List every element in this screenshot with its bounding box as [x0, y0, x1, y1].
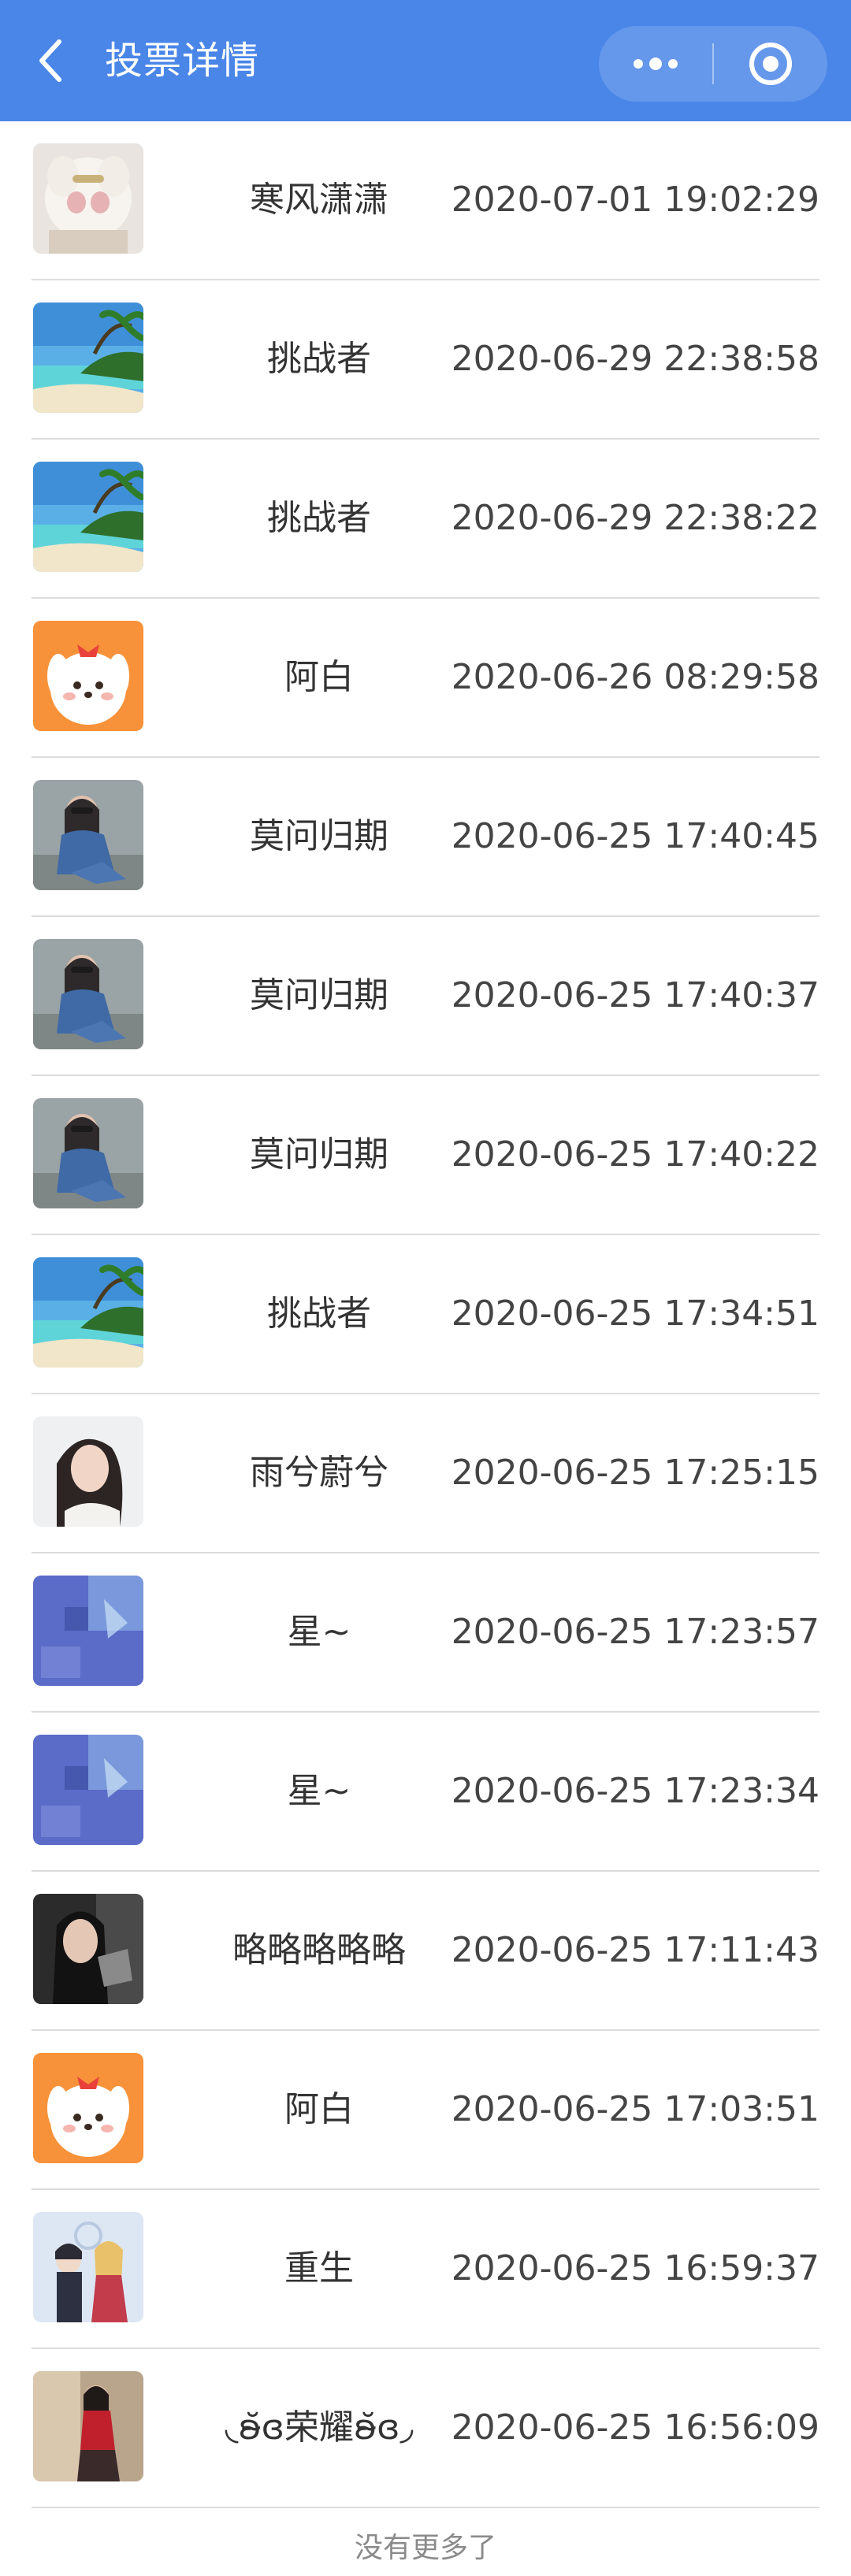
vote-row: 星~ 2020-06-25 17:23:57: [0, 1553, 851, 1713]
more-dots-icon: [634, 58, 678, 70]
vote-time: 2020-06-25 17:23:34: [451, 1771, 819, 1811]
vote-time: 2020-07-01 19:02:29: [451, 180, 819, 220]
voter-name: 莫问归期: [250, 1134, 388, 1175]
avatar: [33, 143, 143, 254]
avatar: [33, 1257, 143, 1368]
avatar: [33, 780, 143, 890]
vote-row: 莫问归期 2020-06-25 17:40:45: [0, 758, 851, 917]
voter-name: 阿白: [284, 2089, 354, 2129]
avatar: [33, 2053, 143, 2163]
vote-time: 2020-06-25 17:11:43: [451, 1930, 819, 1970]
vote-row: 莫问归期 2020-06-25 17:40:22: [0, 1076, 851, 1235]
vote-time: 2020-06-25 16:59:37: [451, 2248, 819, 2288]
vote-row: 雨兮蔚兮 2020-06-25 17:25:15: [0, 1394, 851, 1553]
voter-name: 略略略略略: [232, 1930, 406, 1970]
vote-time: 2020-06-25 17:03:51: [451, 2089, 819, 2129]
avatar: [33, 1576, 143, 1686]
page-title: 投票详情: [105, 39, 260, 83]
avatar: [33, 621, 143, 731]
voter-name: 寒风潇潇: [250, 180, 388, 220]
voter-name: 星~: [287, 1771, 351, 1811]
voter-name: ◟ʚ̴̆ɞ荣耀ʚ̴̆ɞ◞: [225, 2407, 414, 2448]
vote-row: 挑战者 2020-06-29 22:38:58: [0, 280, 851, 440]
avatar: [33, 1416, 143, 1527]
target-circle-icon: [749, 43, 792, 85]
voter-name: 雨兮蔚兮: [250, 1453, 388, 1493]
voter-name: 重生: [284, 2248, 354, 2288]
avatar: [33, 1098, 143, 1208]
vote-row: 阿白 2020-06-26 08:29:58: [0, 599, 851, 758]
vote-row: 挑战者 2020-06-29 22:38:22: [0, 440, 851, 599]
vote-time: 2020-06-25 16:56:09: [451, 2407, 819, 2448]
vote-row: 重生 2020-06-25 16:59:37: [0, 2190, 851, 2349]
back-button[interactable]: [24, 28, 79, 94]
more-button[interactable]: [599, 26, 712, 102]
vote-time: 2020-06-25 17:40:22: [451, 1134, 819, 1175]
navigation-bar: 投票详情: [0, 0, 851, 121]
voter-name: 阿白: [284, 657, 354, 697]
vote-list: 寒风潇潇 2020-07-01 19:02:29 挑战者 2020-06-29 22…: [0, 121, 851, 2508]
vote-time: 2020-06-29 22:38:22: [451, 498, 819, 538]
vote-time: 2020-06-29 22:38:58: [451, 339, 819, 379]
voter-name: 星~: [287, 1612, 351, 1652]
vote-time: 2020-06-26 08:29:58: [451, 657, 819, 697]
voter-name: 挑战者: [267, 1294, 371, 1334]
vote-row: 阿白 2020-06-25 17:03:51: [0, 2031, 851, 2190]
vote-row: 星~ 2020-06-25 17:23:34: [0, 1713, 851, 1872]
avatar: [33, 2371, 143, 2481]
avatar: [33, 1894, 143, 2004]
vote-time: 2020-06-25 17:34:51: [451, 1294, 819, 1334]
avatar: [33, 303, 143, 413]
chevron-left-icon: [39, 39, 61, 82]
mini-program-capsule: [599, 26, 827, 102]
vote-row: 略略略略略 2020-06-25 17:11:43: [0, 1872, 851, 2031]
voter-name: 莫问归期: [250, 975, 388, 1015]
close-mini-program-button[interactable]: [714, 26, 827, 102]
voter-name: 挑战者: [267, 339, 371, 379]
avatar: [33, 1735, 143, 1845]
vote-row: 寒风潇潇 2020-07-01 19:02:29: [0, 121, 851, 280]
voter-name: 莫问归期: [250, 816, 388, 856]
no-more-text: 没有更多了: [354, 2532, 496, 2564]
vote-time: 2020-06-25 17:23:57: [451, 1612, 819, 1652]
avatar: [33, 462, 143, 572]
voter-name: 挑战者: [267, 498, 371, 538]
vote-time: 2020-06-25 17:25:15: [451, 1453, 819, 1493]
avatar: [33, 2212, 143, 2322]
vote-row: 莫问归期 2020-06-25 17:40:37: [0, 917, 851, 1076]
vote-time: 2020-06-25 17:40:37: [451, 975, 819, 1015]
avatar: [33, 939, 143, 1049]
vote-row: 挑战者 2020-06-25 17:34:51: [0, 1235, 851, 1394]
vote-row: ◟ʚ̴̆ɞ荣耀ʚ̴̆ɞ◞ 2020-06-25 16:56:09: [0, 2349, 851, 2508]
vote-time: 2020-06-25 17:40:45: [451, 816, 819, 856]
